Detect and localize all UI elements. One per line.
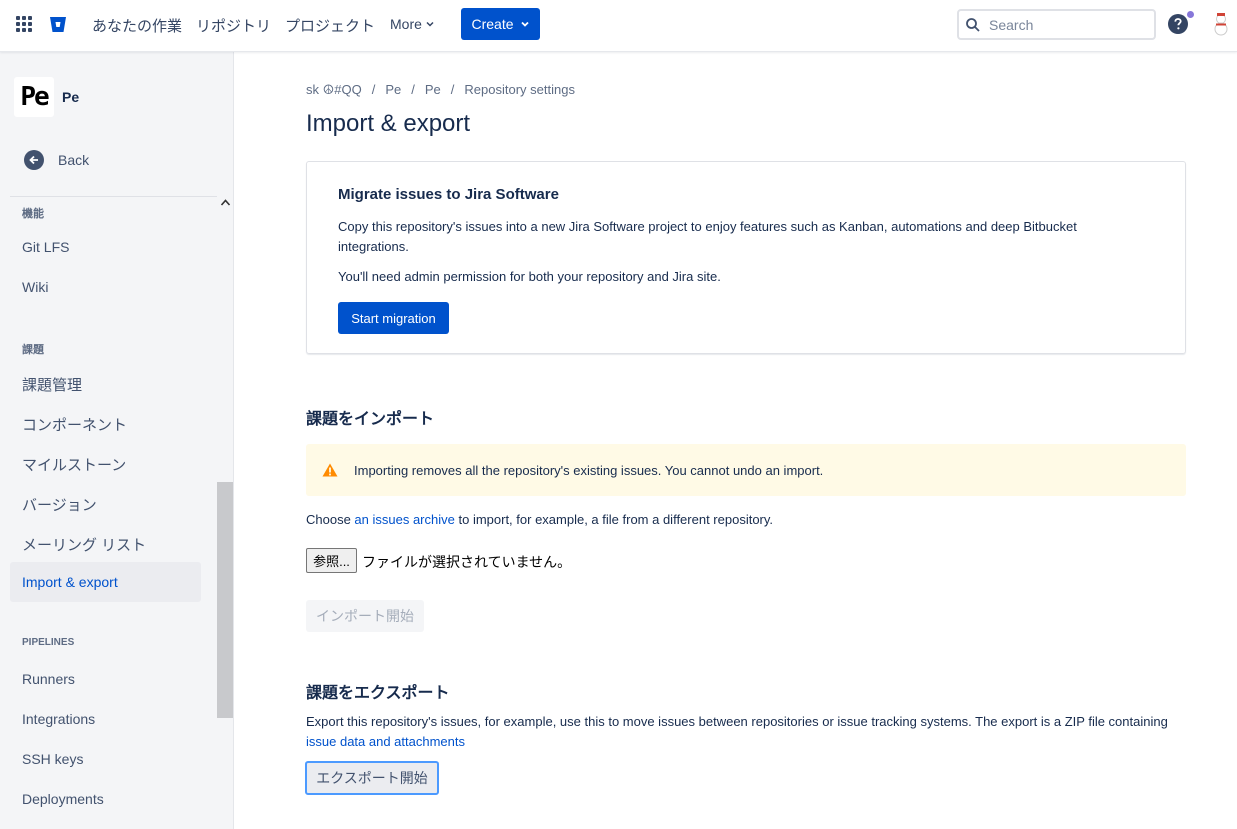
chevron-down-icon [520, 21, 529, 27]
sidebar-item-mailing-list[interactable]: メーリング リスト [22, 534, 146, 555]
section-heading-issues: 課題 [22, 344, 44, 356]
breadcrumb-separator: / [411, 82, 415, 97]
user-avatar-icon[interactable] [1210, 12, 1232, 36]
search-icon [966, 17, 980, 32]
choose-suffix: to import, for example, a file from a di… [454, 512, 774, 527]
sidebar-item-issue-management[interactable]: 課題管理 [22, 374, 82, 395]
page-title: Import & export [306, 110, 471, 137]
sidebar-item-import-export[interactable]: Import & export [10, 562, 201, 602]
scrollbar-thumb[interactable] [217, 482, 233, 718]
search-placeholder: Search [989, 16, 1034, 33]
search-input[interactable]: Search [957, 9, 1156, 40]
import-heading: 課題をインポート [306, 411, 435, 428]
warning-icon [322, 463, 338, 477]
start-import-button[interactable]: インポート開始 [306, 600, 424, 632]
back-label: Back [58, 152, 90, 168]
notification-dot [1187, 11, 1194, 18]
repo-name[interactable]: Pe [62, 89, 79, 105]
section-heading-features: 機能 [22, 208, 44, 220]
breadcrumb-separator: / [371, 82, 376, 97]
breadcrumb-separator: / [450, 82, 455, 97]
help-icon[interactable] [1168, 14, 1188, 34]
breadcrumb-project[interactable]: Pe [385, 82, 401, 98]
sidebar-item-versions[interactable]: バージョン [22, 494, 97, 515]
breadcrumb-workspace[interactable]: sk ☮#QQ [306, 82, 362, 98]
breadcrumb: sk ☮#QQ / Pe / Pe / Repository settings [306, 82, 575, 98]
migrate-permission-note: You'll need admin permission for both yo… [338, 269, 721, 284]
chevron-up-icon[interactable] [220, 198, 231, 207]
nav-more-label: More [390, 16, 422, 32]
import-warning: Importing removes all the repository's e… [306, 444, 1186, 496]
choose-prefix: Choose [306, 512, 355, 527]
warning-text: Importing removes all the repository's e… [354, 463, 824, 478]
sidebar-item-label: Import & export [22, 574, 118, 590]
nav-your-work[interactable]: あなたの作業 [92, 15, 182, 36]
sidebar-item-components[interactable]: コンポーネント [22, 414, 127, 435]
browse-file-button[interactable]: 参照... [306, 548, 357, 573]
file-status-text: ファイルが選択されていません。 [362, 554, 572, 570]
nav-repositories[interactable]: リポジトリ [196, 15, 271, 36]
breadcrumb-repository-settings[interactable]: Repository settings [464, 82, 575, 98]
breadcrumb-repository[interactable]: Pe [425, 82, 441, 98]
start-migration-button[interactable]: Start migration [338, 302, 449, 334]
sidebar-divider [10, 196, 217, 197]
section-heading-pipelines: PIPELINES [22, 637, 75, 648]
migrate-title: Migrate issues to Jira Software [338, 186, 559, 203]
issue-data-link[interactable]: issue data and attachments [306, 734, 465, 749]
chevron-down-icon [426, 21, 434, 27]
create-button-label: Create [471, 16, 514, 32]
bitbucket-logo-icon[interactable] [48, 14, 68, 34]
sidebar-item-wiki[interactable]: Wiki [22, 279, 48, 295]
sidebar-item-deployments[interactable]: Deployments [22, 791, 104, 807]
sidebar-item-git-lfs[interactable]: Git LFS [22, 239, 69, 255]
issues-archive-link[interactable]: an issues archive [354, 512, 454, 527]
export-heading: 課題をエクスポート [306, 685, 450, 702]
sidebar-item-ssh-keys[interactable]: SSH keys [22, 751, 83, 767]
app-switcher-icon[interactable] [16, 16, 32, 32]
top-navigation: あなたの作業 リポジトリ プロジェクト More Create Search [0, 0, 1237, 52]
migrate-description: Copy this repository's issues into a new… [338, 219, 1077, 254]
sidebar: Pe Pe Back 機能 Git LFS Wiki 課題 課題管理 コンポーネ… [0, 52, 234, 829]
start-export-button[interactable]: エクスポート開始 [305, 761, 439, 795]
repo-avatar[interactable]: Pe [14, 77, 54, 117]
choose-archive-text: Choose an issues archive to import, for … [306, 512, 773, 527]
arrow-left-icon [24, 150, 44, 170]
nav-projects[interactable]: プロジェクト [285, 15, 375, 36]
sidebar-item-milestones[interactable]: マイルストーン [22, 454, 126, 475]
nav-more-dropdown[interactable]: More [390, 16, 435, 32]
export-description-text: Export this repository's issues, for exa… [306, 714, 1168, 729]
sidebar-item-runners[interactable]: Runners [22, 671, 75, 687]
sidebar-item-integrations[interactable]: Integrations [22, 711, 95, 727]
export-description: Export this repository's issues, for exa… [306, 712, 1176, 752]
back-button[interactable]: Back [24, 150, 89, 170]
create-button[interactable]: Create [461, 8, 540, 40]
migrate-card: Migrate issues to Jira Software Copy thi… [306, 161, 1186, 354]
